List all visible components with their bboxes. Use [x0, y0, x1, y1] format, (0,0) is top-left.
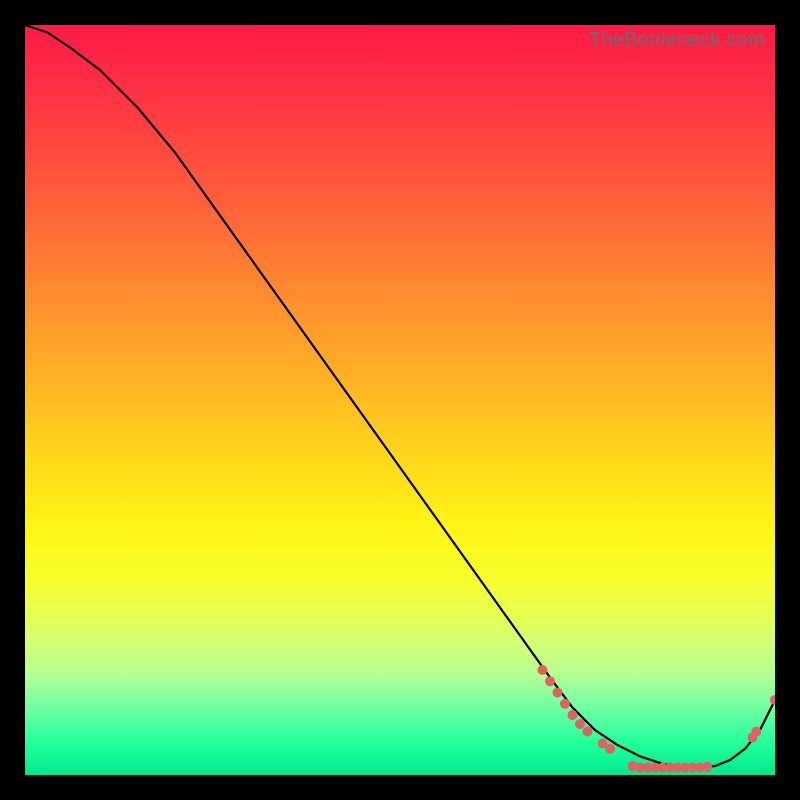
data-point-marker: [545, 676, 555, 686]
data-point-marker: [770, 695, 775, 705]
data-point-marker: [568, 710, 578, 720]
data-point-marker: [538, 665, 548, 675]
bottleneck-curve: [25, 25, 775, 768]
data-point-marker: [605, 744, 615, 754]
curve-layer: [25, 25, 775, 775]
data-point-marker: [553, 688, 563, 698]
data-point-marker: [703, 762, 713, 772]
curve-markers: [538, 665, 776, 773]
data-point-marker: [575, 719, 585, 729]
plot-area: TheBottleneck.com: [25, 25, 775, 775]
data-point-marker: [751, 727, 761, 737]
data-point-marker: [583, 727, 593, 737]
data-point-marker: [560, 699, 570, 709]
chart-frame: TheBottleneck.com: [0, 0, 800, 800]
